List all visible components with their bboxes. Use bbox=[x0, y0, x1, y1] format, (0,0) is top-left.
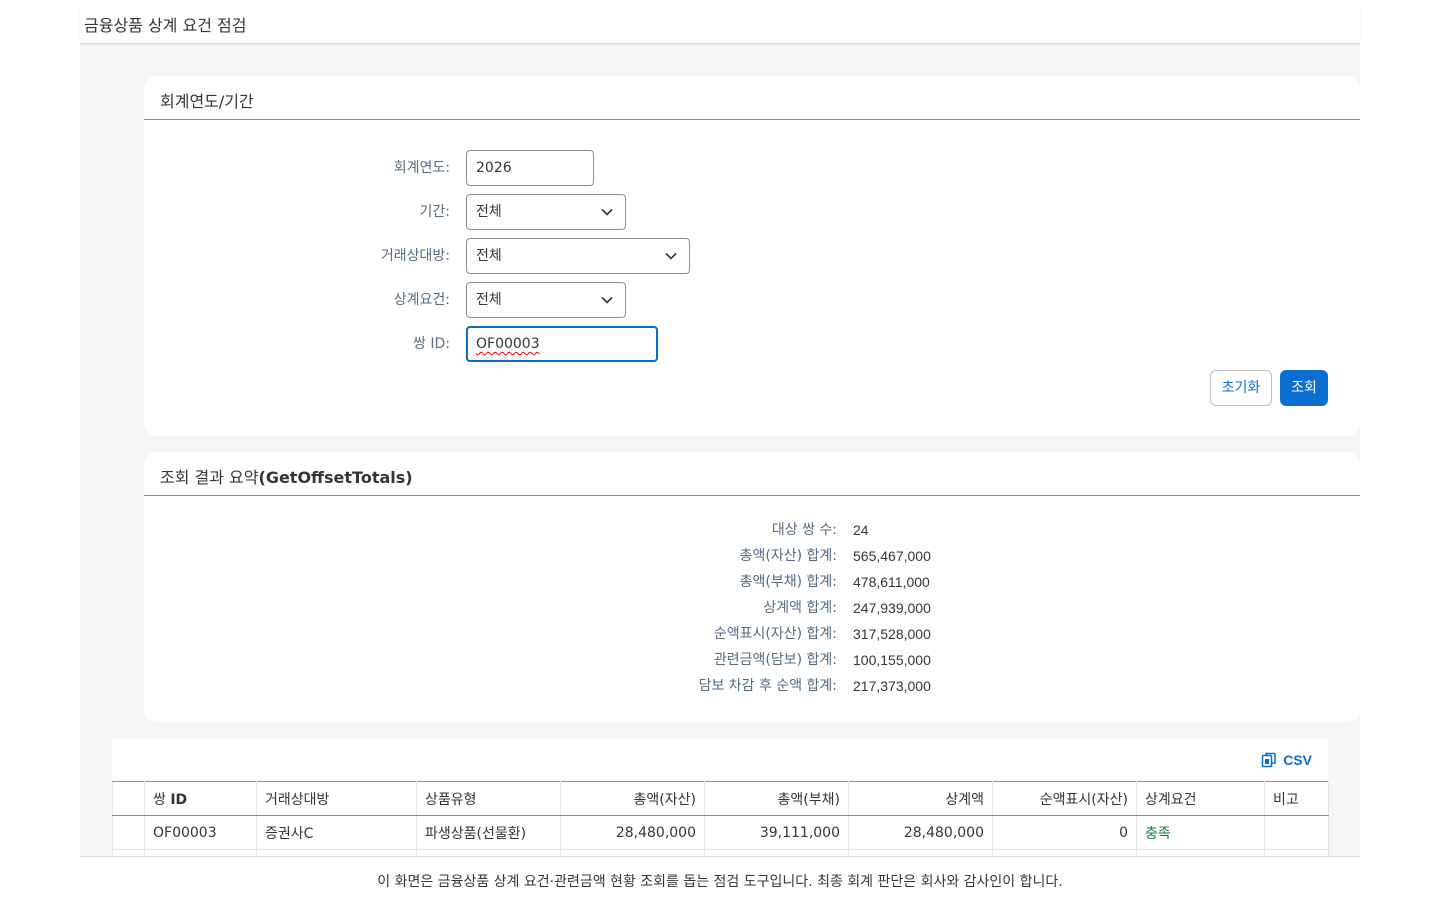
cell-counterparty: 증권사C bbox=[256, 815, 417, 850]
offset-requirement-label: 상계요건: bbox=[393, 292, 450, 308]
chevron-down-icon bbox=[601, 283, 613, 317]
cell-pair-id: OF00003 bbox=[144, 815, 257, 850]
summary-label: 관련금액(담보) 합계: bbox=[713, 652, 837, 668]
select-column-header[interactable] bbox=[112, 781, 145, 816]
pair-id-label: 쌍 ID: bbox=[413, 336, 450, 352]
cell-note bbox=[1264, 815, 1329, 850]
cell-gross-asset: 28,480,000 bbox=[560, 815, 705, 850]
fiscal-year-label: 회계연도: bbox=[393, 160, 450, 176]
period-select[interactable]: 전체 bbox=[466, 194, 626, 230]
summary-value: 565,467,000 bbox=[853, 548, 931, 564]
cell-net-asset: 0 bbox=[992, 815, 1137, 850]
results-table-area: CSV 쌍 ID 거래상대방 상품유형 총액(자산) 총액(부채) 상계액 순액… bbox=[112, 738, 1329, 858]
summary-label: 상계액 합계: bbox=[763, 600, 837, 616]
summary-value: 100,155,000 bbox=[853, 652, 931, 668]
summary-label: 총액(자산) 합계: bbox=[739, 548, 837, 564]
reset-button[interactable]: 초기화 bbox=[1210, 370, 1272, 406]
fiscal-year-value: 2026 bbox=[476, 160, 512, 176]
summary-label: 담보 차감 후 순액 합계: bbox=[698, 678, 837, 694]
summary-value: 478,611,000 bbox=[853, 574, 930, 590]
table-row[interactable]: OF00003 증권사C 파생상품(선물환) 28,480,000 39,111… bbox=[112, 815, 1329, 850]
summary-value: 247,939,000 bbox=[853, 600, 931, 616]
fiscal-year-input[interactable]: 2026 bbox=[466, 150, 594, 186]
results-table: 쌍 ID 거래상대방 상품유형 총액(자산) 총액(부채) 상계액 순액표시(자… bbox=[112, 781, 1329, 858]
summary-label: 대상 쌍 수: bbox=[771, 522, 837, 538]
column-header-product[interactable]: 상품유형 bbox=[416, 781, 561, 816]
counterparty-value: 전체 bbox=[476, 248, 502, 264]
export-file-icon bbox=[1261, 752, 1276, 768]
cell-offset: 28,480,000 bbox=[848, 815, 993, 850]
filter-panel: 회계연도/기간 회계연도: 2026 기간: 전체 거래상대방: 전체 상계요건… bbox=[144, 76, 1360, 436]
offset-requirement-select[interactable]: 전체 bbox=[466, 282, 626, 318]
counterparty-label: 거래상대방: bbox=[380, 248, 450, 264]
disclaimer-footer: 이 화면은 금융상품 상계 요건·관련금액 현황 조회를 돕는 점검 도구입니다… bbox=[80, 856, 1360, 900]
cell-product: 파생상품(선물환) bbox=[416, 815, 561, 850]
summary-row: 관련금액(담보) 합계: 100,155,000 bbox=[144, 647, 1360, 673]
summary-panel-heading: 조회 결과 요약(GetOffsetTotals) bbox=[144, 452, 1360, 496]
filter-panel-heading: 회계연도/기간 bbox=[144, 76, 1360, 120]
summary-row: 총액(부채) 합계: 478,611,000 bbox=[144, 569, 1360, 595]
search-button[interactable]: 조회 bbox=[1280, 370, 1328, 406]
summary-panel: 조회 결과 요약(GetOffsetTotals) 대상 쌍 수: 24 총액(… bbox=[144, 452, 1360, 722]
summary-label: 순액표시(자산) 합계: bbox=[713, 626, 837, 642]
counterparty-select[interactable]: 전체 bbox=[466, 238, 690, 274]
pair-header-prefix: 쌍 bbox=[153, 791, 166, 808]
column-header-note[interactable]: 비고 bbox=[1264, 781, 1329, 816]
cell-requirement-status: 충족 bbox=[1136, 815, 1265, 850]
column-header-pair-id[interactable]: 쌍 ID bbox=[144, 781, 257, 816]
page-title: 금융상품 상계 요건 점검 bbox=[84, 16, 247, 35]
period-label: 기간: bbox=[419, 204, 450, 220]
summary-row: 순액표시(자산) 합계: 317,528,000 bbox=[144, 621, 1360, 647]
app-header: 금융상품 상계 요건 점검 bbox=[80, 0, 1360, 44]
summary-heading-prefix: 조회 결과 요약 bbox=[160, 468, 259, 487]
column-header-counterparty[interactable]: 거래상대방 bbox=[256, 781, 417, 816]
summary-heading-suffix: (GetOffsetTotals) bbox=[258, 468, 413, 487]
summary-value: 24 bbox=[853, 522, 869, 538]
summary-value: 217,373,000 bbox=[853, 678, 931, 694]
cell-gross-liability: 39,111,000 bbox=[704, 815, 849, 850]
pair-id-value: OF00003 bbox=[476, 336, 540, 352]
period-value: 전체 bbox=[476, 204, 502, 220]
summary-value: 317,528,000 bbox=[853, 626, 931, 642]
chevron-down-icon bbox=[601, 195, 613, 229]
column-header-requirement[interactable]: 상계요건 bbox=[1136, 781, 1265, 816]
row-selector[interactable] bbox=[112, 815, 145, 850]
app-shell: 금융상품 상계 요건 점검 회계연도/기간 회계연도: 2026 기간: 전체 … bbox=[80, 0, 1360, 900]
table-header-row: 쌍 ID 거래상대방 상품유형 총액(자산) 총액(부채) 상계액 순액표시(자… bbox=[112, 781, 1329, 816]
csv-label: CSV bbox=[1283, 752, 1312, 768]
csv-export-button[interactable]: CSV bbox=[1261, 750, 1312, 770]
summary-row: 대상 쌍 수: 24 bbox=[144, 517, 1360, 543]
pair-id-input[interactable]: OF00003 bbox=[466, 326, 658, 362]
summary-row: 담보 차감 후 순액 합계: 217,373,000 bbox=[144, 673, 1360, 699]
pair-header-id: ID bbox=[170, 791, 188, 808]
offset-requirement-value: 전체 bbox=[476, 292, 502, 308]
column-header-gross-liability[interactable]: 총액(부채) bbox=[704, 781, 849, 816]
chevron-down-icon bbox=[665, 239, 677, 273]
column-header-offset[interactable]: 상계액 bbox=[848, 781, 993, 816]
summary-label: 총액(부채) 합계: bbox=[739, 574, 837, 590]
column-header-gross-asset[interactable]: 총액(자산) bbox=[560, 781, 705, 816]
column-header-net-asset[interactable]: 순액표시(자산) bbox=[992, 781, 1137, 816]
summary-row: 총액(자산) 합계: 565,467,000 bbox=[144, 543, 1360, 569]
summary-row: 상계액 합계: 247,939,000 bbox=[144, 595, 1360, 621]
